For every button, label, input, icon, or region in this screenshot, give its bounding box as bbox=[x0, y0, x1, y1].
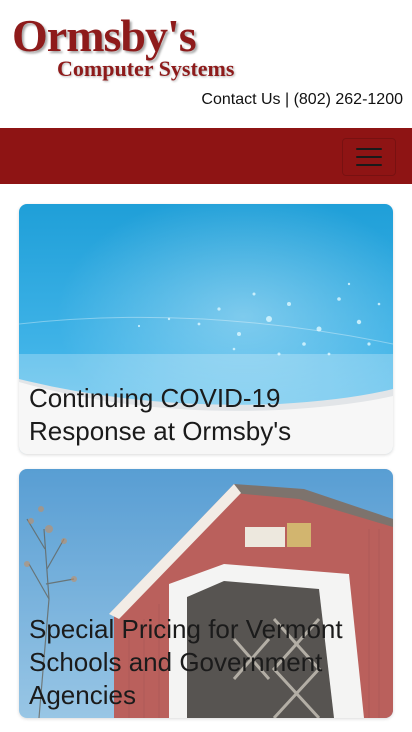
card-title[interactable]: Continuing COVID-19 Response at Ormsby's bbox=[29, 382, 385, 448]
site-header: Ormsby's Computer Systems Contact Us | (… bbox=[0, 0, 412, 128]
hamburger-icon-line bbox=[356, 156, 382, 158]
news-card-pricing[interactable]: Special Pricing for Vermont Schools and … bbox=[19, 469, 393, 718]
hamburger-icon-line bbox=[356, 164, 382, 166]
logo-main-text: Ormsby's bbox=[12, 10, 197, 61]
news-card-covid[interactable]: Continuing COVID-19 Response at Ormsby's bbox=[19, 204, 393, 454]
card-title[interactable]: Special Pricing for Vermont Schools and … bbox=[29, 613, 385, 712]
logo-sub-text: Computer Systems bbox=[57, 56, 235, 81]
site-logo[interactable]: Ormsby's Computer Systems bbox=[10, 10, 260, 88]
navbar bbox=[0, 128, 412, 184]
contact-link[interactable]: Contact Us | (802) 262-1200 bbox=[201, 91, 403, 109]
menu-toggle-button[interactable] bbox=[342, 138, 396, 176]
hamburger-icon bbox=[356, 148, 382, 150]
